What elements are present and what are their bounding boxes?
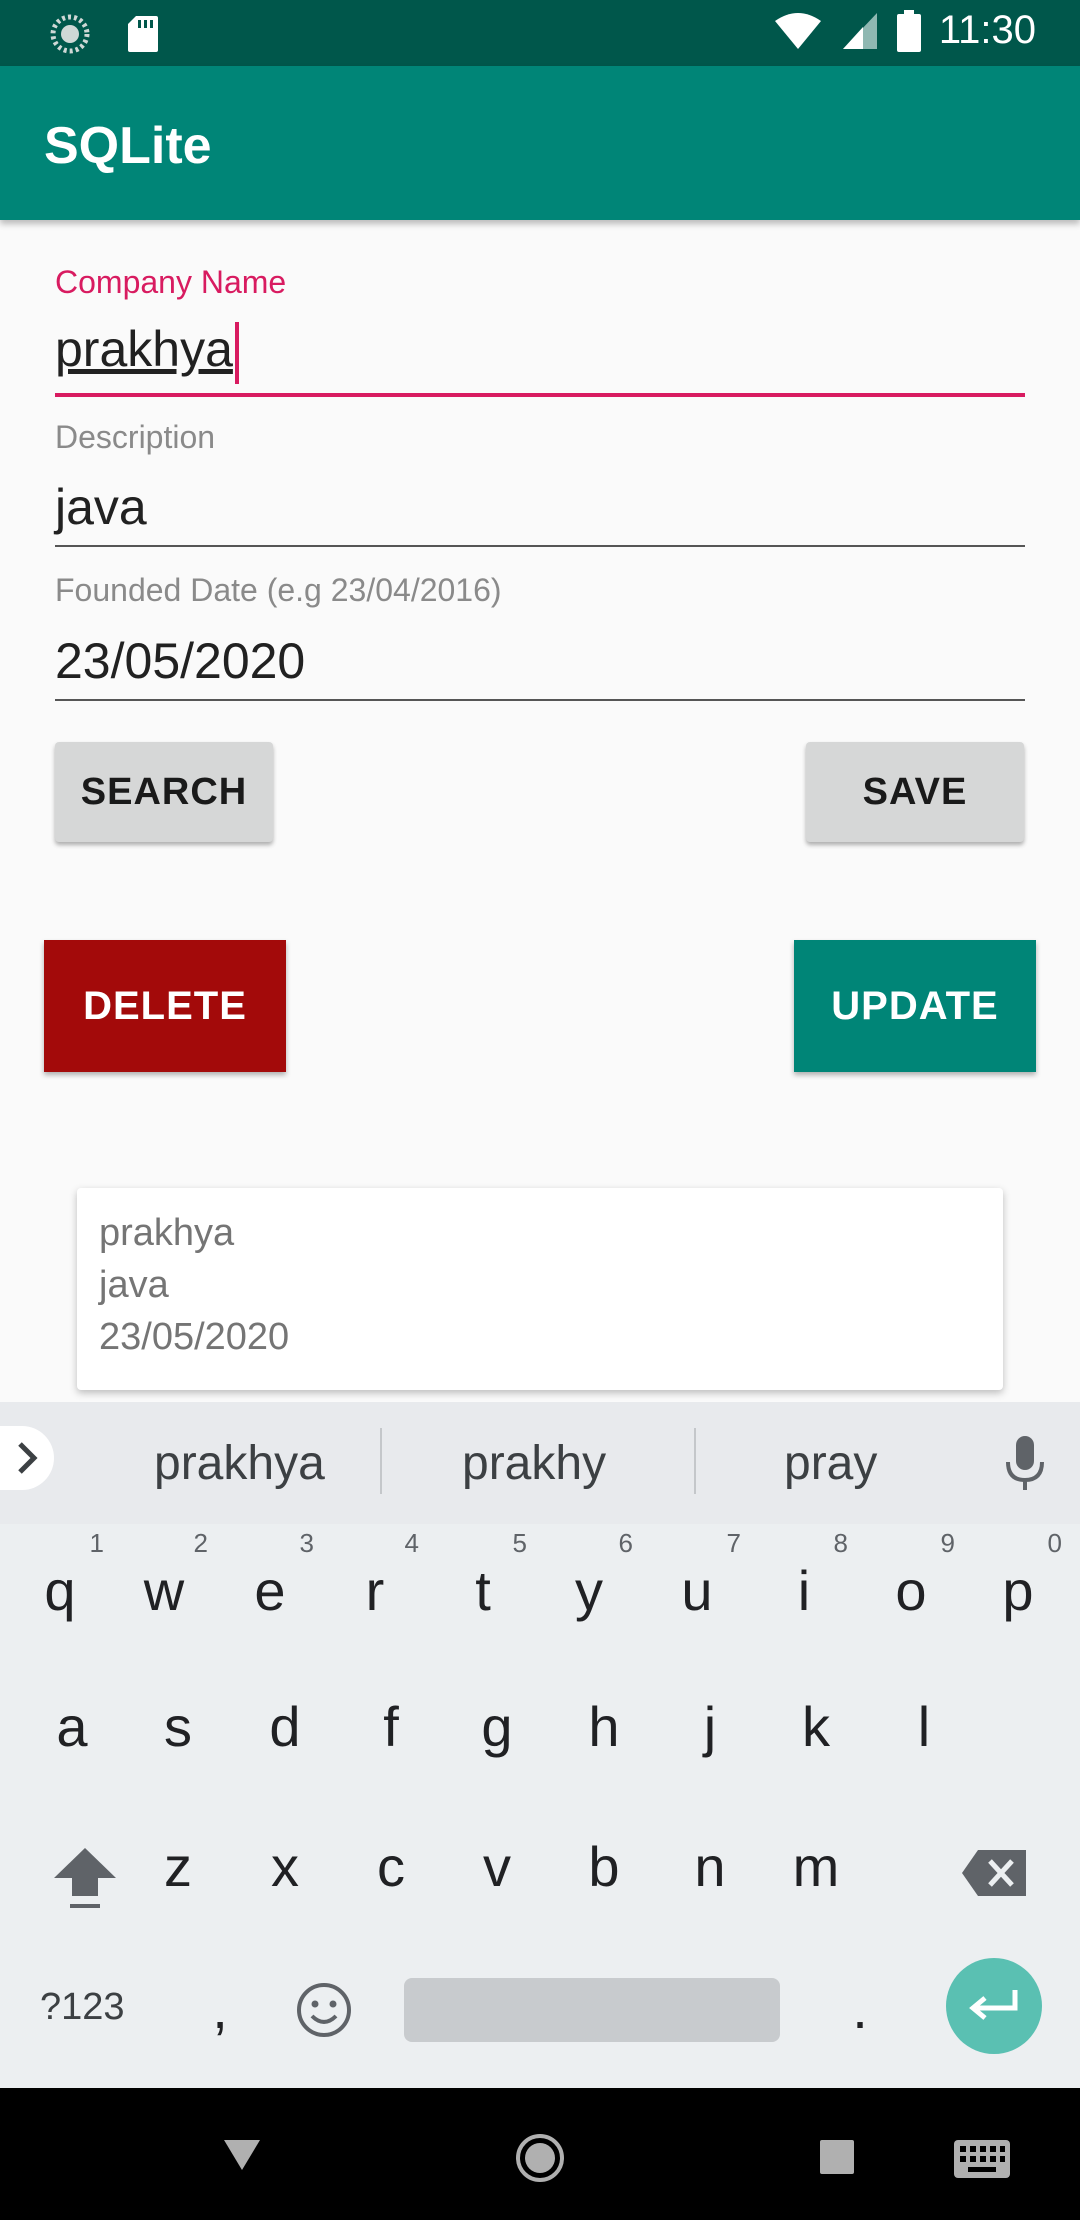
key-g[interactable]: g xyxy=(457,1694,537,1759)
description-underline xyxy=(55,545,1025,547)
search-button[interactable]: SEARCH xyxy=(55,742,273,842)
key-y[interactable]: y6 xyxy=(549,1528,633,1623)
emoji-icon[interactable] xyxy=(294,1980,354,2045)
key-n[interactable]: n xyxy=(670,1834,750,1899)
period-key[interactable]: . xyxy=(820,1976,900,2041)
status-bar: 11:30 xyxy=(0,0,1080,66)
description-label: Description xyxy=(55,419,216,455)
key-d[interactable]: d xyxy=(245,1694,325,1759)
result-description: java xyxy=(99,1264,169,1306)
expand-suggestions-icon[interactable] xyxy=(0,1426,54,1490)
key-number-hint: 9 xyxy=(940,1528,955,1558)
result-card[interactable]: prakhya java 23/05/2020 xyxy=(77,1188,1003,1390)
sd-card-icon xyxy=(128,16,158,52)
key-u[interactable]: u7 xyxy=(657,1528,741,1623)
keyboard-switch-icon[interactable] xyxy=(954,2140,1010,2178)
clock: 11:30 xyxy=(938,8,1036,52)
key-a[interactable]: a xyxy=(32,1694,112,1759)
key-label: q xyxy=(44,1559,76,1622)
key-number-hint: 4 xyxy=(404,1528,419,1558)
key-number-hint: 1 xyxy=(89,1528,104,1558)
key-k[interactable]: k xyxy=(776,1694,856,1759)
key-x[interactable]: x xyxy=(245,1834,325,1899)
key-v[interactable]: v xyxy=(457,1834,537,1899)
result-date: 23/05/2020 xyxy=(99,1316,290,1358)
text-cursor xyxy=(234,321,239,384)
founded-date-underline xyxy=(55,699,1025,701)
save-button[interactable]: SAVE xyxy=(806,742,1024,842)
company-name-underline xyxy=(55,393,1025,397)
shift-icon[interactable] xyxy=(50,1844,120,1919)
key-j[interactable]: j xyxy=(670,1694,750,1759)
key-label: i xyxy=(797,1559,811,1622)
key-w[interactable]: w2 xyxy=(124,1528,208,1623)
battery-icon xyxy=(896,9,921,52)
founded-date-label: Founded Date (e.g 23/04/2016) xyxy=(55,572,502,608)
back-icon[interactable] xyxy=(222,2136,262,2172)
suggestion-divider xyxy=(694,1428,696,1494)
key-i[interactable]: i8 xyxy=(764,1528,848,1623)
description-input[interactable]: java xyxy=(55,478,147,536)
suggestion-1[interactable]: prakhya xyxy=(154,1436,325,1491)
enter-icon[interactable] xyxy=(946,1958,1042,2054)
key-h[interactable]: h xyxy=(564,1694,644,1759)
key-label: u xyxy=(681,1559,713,1622)
app-title: SQLite xyxy=(44,117,212,175)
sync-icon xyxy=(50,14,90,54)
company-name-value: prakhya xyxy=(55,321,233,377)
navigation-bar xyxy=(0,2088,1080,2220)
key-label: o xyxy=(895,1559,927,1622)
key-r[interactable]: r4 xyxy=(335,1528,419,1623)
soft-keyboard: prakhya prakhy pray q1w2e3r4t5y6u7i8o9p0… xyxy=(0,1402,1080,2088)
key-label: r xyxy=(365,1559,385,1622)
key-p[interactable]: p0 xyxy=(978,1528,1062,1623)
key-label: y xyxy=(575,1559,603,1622)
suggestion-divider xyxy=(380,1428,382,1494)
key-number-hint: 3 xyxy=(299,1528,314,1558)
key-number-hint: 2 xyxy=(193,1528,208,1558)
key-c[interactable]: c xyxy=(351,1834,431,1899)
home-icon[interactable] xyxy=(514,2132,566,2184)
key-f[interactable]: f xyxy=(351,1694,431,1759)
key-l[interactable]: l xyxy=(884,1694,964,1759)
key-number-hint: 5 xyxy=(512,1528,527,1558)
space-key[interactable] xyxy=(404,1978,780,2042)
key-number-hint: 6 xyxy=(618,1528,633,1558)
suggestion-2[interactable]: prakhy xyxy=(462,1436,606,1491)
app-bar: SQLite xyxy=(0,66,1080,220)
update-button[interactable]: UPDATE xyxy=(794,940,1036,1072)
signal-icon xyxy=(842,12,877,49)
key-label: e xyxy=(254,1559,286,1622)
key-z[interactable]: z xyxy=(138,1834,218,1899)
mic-icon[interactable] xyxy=(1000,1434,1050,1499)
key-m[interactable]: m xyxy=(776,1834,856,1899)
key-o[interactable]: o9 xyxy=(871,1528,955,1623)
key-number-hint: 0 xyxy=(1047,1528,1062,1558)
suggestion-3[interactable]: pray xyxy=(784,1436,877,1491)
suggestion-strip: prakhya prakhy pray xyxy=(0,1402,1080,1524)
comma-key[interactable]: , xyxy=(180,1976,260,2041)
key-number-hint: 7 xyxy=(726,1528,741,1558)
founded-date-input[interactable]: 23/05/2020 xyxy=(55,632,305,690)
key-b[interactable]: b xyxy=(564,1834,644,1899)
key-q[interactable]: q1 xyxy=(20,1528,104,1623)
key-e[interactable]: e3 xyxy=(230,1528,314,1623)
wifi-icon xyxy=(774,12,821,49)
key-number-hint: 8 xyxy=(833,1528,848,1558)
company-name-label: Company Name xyxy=(55,264,287,300)
backspace-icon[interactable] xyxy=(960,1848,1030,1903)
key-label: w xyxy=(143,1559,185,1622)
recents-icon[interactable] xyxy=(820,2140,854,2174)
company-name-input[interactable]: prakhya xyxy=(55,320,239,384)
key-label: p xyxy=(1002,1559,1034,1622)
symbols-key[interactable]: ?123 xyxy=(40,1986,125,2029)
delete-button[interactable]: DELETE xyxy=(44,940,286,1072)
result-name: prakhya xyxy=(99,1212,235,1254)
key-t[interactable]: t5 xyxy=(443,1528,527,1623)
key-label: t xyxy=(475,1559,491,1622)
key-s[interactable]: s xyxy=(138,1694,218,1759)
